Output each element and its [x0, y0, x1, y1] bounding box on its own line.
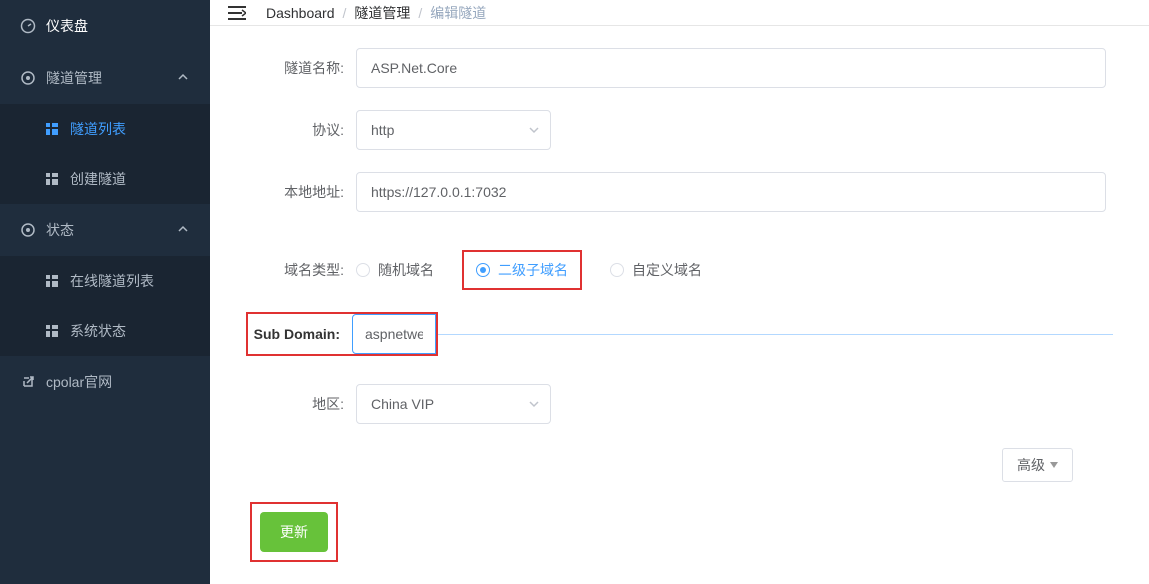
hamburger-button[interactable] [228, 3, 248, 23]
nav-status[interactable]: 状态 [0, 204, 210, 256]
sub-domain-underline [438, 334, 1113, 335]
local-addr-label: 本地地址: [246, 182, 356, 202]
breadcrumb-sep: / [418, 5, 422, 21]
nav-online-tunnel-list[interactable]: 在线隧道列表 [0, 256, 210, 306]
domain-type-label: 域名类型: [246, 260, 356, 280]
highlight-annotation: 更新 [250, 502, 338, 562]
grid-icon [44, 171, 60, 187]
nav-tunnel-mgmt-label: 隧道管理 [46, 68, 102, 88]
chevron-up-icon [178, 72, 190, 84]
nav-tunnel-create[interactable]: 创建隧道 [0, 154, 210, 204]
submit-button[interactable]: 更新 [260, 512, 328, 552]
radio-sub-domain-label: 二级子域名 [498, 260, 568, 280]
main: Dashboard / 隧道管理 / 编辑隧道 隧道名称: 协议: http [210, 0, 1149, 584]
region-value: China VIP [371, 396, 434, 412]
sub-domain-label: Sub Domain: [248, 326, 352, 342]
nav-tunnel-create-label: 创建隧道 [70, 169, 126, 189]
breadcrumb: Dashboard / 隧道管理 / 编辑隧道 [266, 3, 486, 23]
radio-random-domain-label: 随机域名 [378, 260, 434, 280]
nav-dashboard-label: 仪表盘 [46, 16, 88, 36]
advanced-label: 高级 [1017, 455, 1045, 475]
row-advanced: 高级 [246, 448, 1113, 482]
sub-domain-input[interactable] [352, 314, 436, 354]
highlight-annotation: Sub Domain: [246, 312, 438, 356]
sidebar: 仪表盘 隧道管理 隧道列表 [0, 0, 210, 584]
row-submit: 更新 [246, 502, 1113, 562]
nav-cpolar-site[interactable]: cpolar官网 [0, 356, 210, 408]
chevron-up-icon [178, 224, 190, 236]
row-region: 地区: China VIP [246, 384, 1113, 424]
radio-icon [610, 263, 624, 277]
grid-icon [44, 273, 60, 289]
local-addr-input[interactable] [356, 172, 1106, 212]
domain-type-radio-group: 随机域名 二级子域名 自定义域名 [356, 250, 1106, 290]
advanced-button[interactable]: 高级 [1002, 448, 1073, 482]
content: 隧道名称: 协议: http 本地地址: [210, 26, 1149, 584]
protocol-label: 协议: [246, 120, 356, 140]
crumb-dashboard[interactable]: Dashboard [266, 5, 335, 21]
nav-tunnel-sub: 隧道列表 创建隧道 [0, 104, 210, 204]
row-tunnel-name: 隧道名称: [246, 48, 1113, 88]
protocol-value: http [371, 122, 394, 138]
row-sub-domain: Sub Domain: [246, 312, 1113, 356]
nav-dashboard[interactable]: 仪表盘 [0, 0, 210, 52]
crumb-edit-tunnel: 编辑隧道 [430, 3, 486, 23]
topbar: Dashboard / 隧道管理 / 编辑隧道 [210, 0, 1149, 26]
radio-icon [356, 263, 370, 277]
row-protocol: 协议: http [246, 110, 1113, 150]
nav-tunnel-mgmt[interactable]: 隧道管理 [0, 52, 210, 104]
nav-tunnel-list-label: 隧道列表 [70, 119, 126, 139]
caret-down-icon [1050, 462, 1058, 468]
hamburger-icon [228, 5, 246, 21]
grid-icon [44, 121, 60, 137]
grid-icon [44, 323, 60, 339]
radio-sub-domain[interactable]: 二级子域名 [476, 260, 568, 280]
nav-status-sub: 在线隧道列表 系统状态 [0, 256, 210, 356]
nav-system-status-label: 系统状态 [70, 321, 126, 341]
chevron-down-icon [528, 398, 540, 410]
radio-icon [476, 263, 490, 277]
nav-system-status[interactable]: 系统状态 [0, 306, 210, 356]
radio-random-domain[interactable]: 随机域名 [356, 260, 434, 280]
highlight-annotation: 二级子域名 [462, 250, 582, 290]
nav-status-label: 状态 [46, 220, 74, 240]
chevron-down-icon [528, 124, 540, 136]
radio-custom-domain-label: 自定义域名 [632, 260, 702, 280]
gauge-icon [20, 18, 36, 34]
tunnel-name-input[interactable] [356, 48, 1106, 88]
row-domain-type: 域名类型: 随机域名 二级子域名 [246, 250, 1113, 290]
protocol-select[interactable]: http [356, 110, 551, 150]
nav-cpolar-site-label: cpolar官网 [46, 372, 112, 392]
target-icon [20, 70, 36, 86]
region-select[interactable]: China VIP [356, 384, 551, 424]
tunnel-name-label: 隧道名称: [246, 58, 356, 78]
nav-tunnel-list[interactable]: 隧道列表 [0, 104, 210, 154]
nav-online-tunnel-list-label: 在线隧道列表 [70, 271, 154, 291]
target-icon [20, 222, 36, 238]
breadcrumb-sep: / [343, 5, 347, 21]
external-link-icon [20, 374, 36, 390]
crumb-tunnel-mgmt[interactable]: 隧道管理 [354, 3, 410, 23]
radio-custom-domain[interactable]: 自定义域名 [610, 260, 702, 280]
row-local-addr: 本地地址: [246, 172, 1113, 212]
region-label: 地区: [246, 394, 356, 414]
